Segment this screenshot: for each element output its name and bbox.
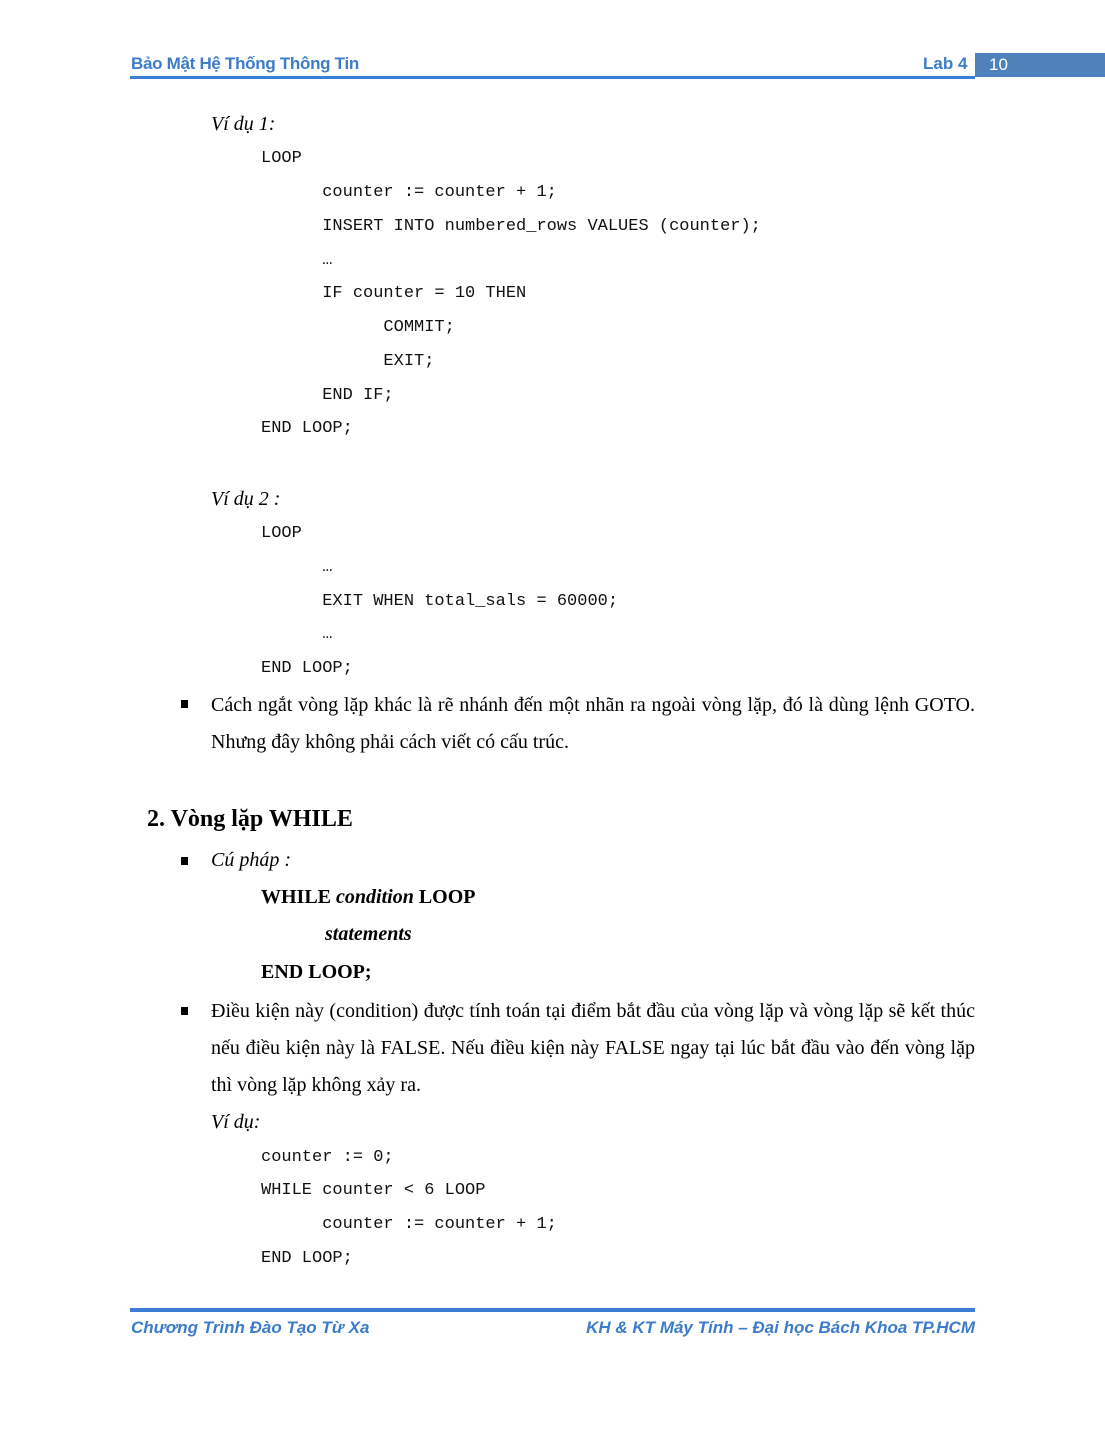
syntax-variable: condition (336, 886, 414, 908)
code-line: … (261, 558, 333, 577)
syntax-label: Cú pháp : (211, 849, 291, 871)
syntax-keyword: LOOP (418, 886, 476, 908)
code-line: EXIT; (261, 352, 435, 371)
code-line: INSERT INTO numbered_rows VALUES (counte… (261, 217, 761, 236)
syntax-line-1: WHILE condition LOOP (261, 886, 476, 909)
code-line: WHILE counter < 6 LOOP (261, 1181, 486, 1200)
code-line: COMMIT; (261, 318, 455, 337)
syntax-line-2: statements (325, 923, 412, 946)
header-divider (130, 76, 975, 79)
syntax-statements: statements (325, 923, 412, 945)
code-line: END LOOP; (261, 419, 353, 438)
section-heading: 2. Vòng lặp WHILE (147, 806, 353, 832)
code-line: LOOP (261, 524, 302, 543)
bullet-icon (181, 857, 188, 865)
code-line: counter := 0; (261, 1148, 394, 1167)
document-title: Bảo Mật Hệ Thống Thông Tin (131, 54, 359, 73)
syntax-keyword: WHILE (261, 886, 332, 908)
code-line: END LOOP; (261, 659, 353, 678)
goto-paragraph: Cách ngắt vòng lặp khác là rẽ nhánh đến … (211, 694, 975, 753)
code-line: END LOOP; (261, 1249, 353, 1268)
bullet-icon (181, 1007, 188, 1015)
while-example-label: Ví dụ: (211, 1111, 261, 1133)
code-line: IF counter = 10 THEN (261, 284, 527, 303)
code-line: END IF; (261, 386, 394, 405)
footer-program: Chương Trình Đào Tạo Từ Xa (131, 1318, 370, 1337)
example-1-label: Ví dụ 1: (211, 113, 276, 135)
code-line: … (261, 625, 333, 644)
code-line: counter := counter + 1; (261, 183, 557, 202)
page-number: 10 (989, 55, 1008, 74)
syntax-line-3: END LOOP; (261, 961, 372, 983)
code-line: … (261, 251, 333, 270)
bullet-icon (181, 700, 188, 708)
footer-institution: KH & KT Máy Tính – Đại học Bách Khoa TP.… (586, 1318, 975, 1337)
example-2-label: Ví dụ 2 : (211, 488, 281, 510)
footer-divider (130, 1308, 975, 1312)
code-line: counter := counter + 1; (261, 1215, 557, 1234)
lab-label: Lab 4 (923, 54, 968, 73)
code-line: EXIT WHEN total_sals = 60000; (261, 592, 619, 611)
while-description: Điều kiện này (condition) được tính toán… (211, 1000, 975, 1096)
code-line: LOOP (261, 149, 302, 168)
